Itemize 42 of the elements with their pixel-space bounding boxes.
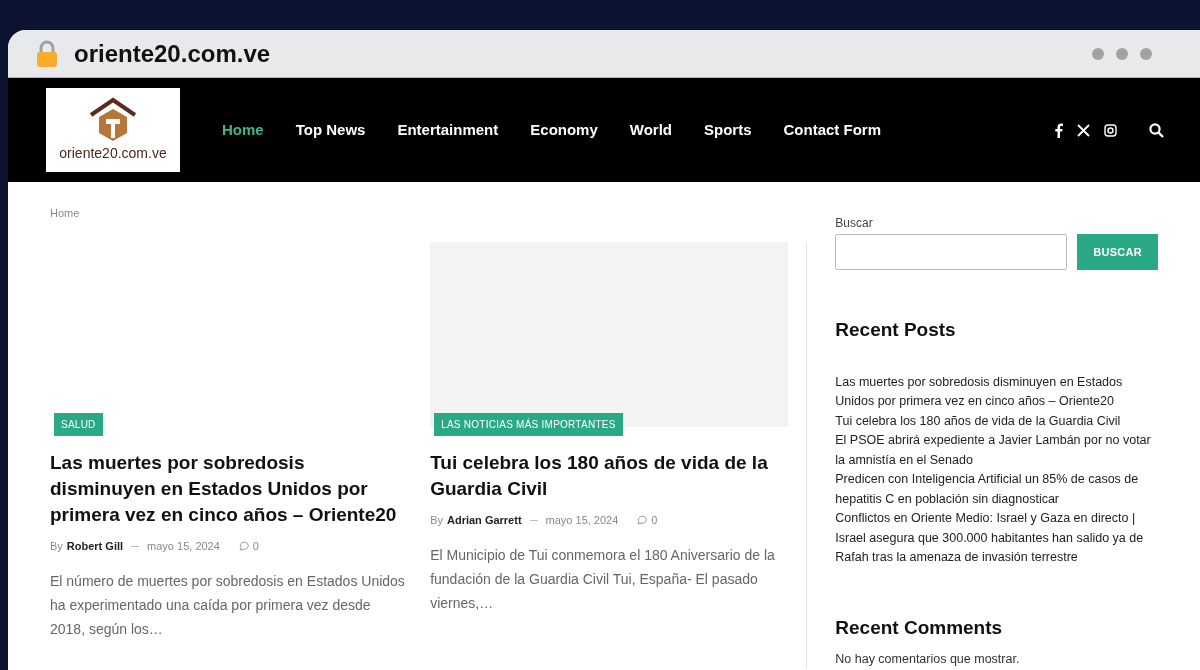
comment-icon	[237, 541, 250, 552]
recent-post-link[interactable]: Las muertes por sobredosis disminuyen en Estados Unidos por primera vez en cinco años – Oriente20	[835, 372, 1158, 412]
article-title[interactable]: Tui celebra los 180 años de vida de la Guardia Civil	[430, 450, 789, 502]
search-label: Buscar	[835, 215, 874, 232]
recent-post-link[interactable]: El PSOE abrirá expediente a Javier Lambán por no votar la amnistía en el Senado	[835, 431, 1158, 470]
url-text: oriente20.com.ve	[74, 38, 271, 69]
search-field[interactable]	[835, 234, 1068, 270]
widget-title: Recent Comments	[835, 615, 1004, 640]
comment-count[interactable]: 0	[252, 538, 259, 555]
empty-comments-text: No hay comentarios que mostrar.	[835, 651, 1021, 668]
post-date: mayo 15, 2024	[147, 539, 220, 554]
site-logo[interactable]: oriente20.com.ve	[46, 88, 180, 172]
nav-link[interactable]: Contact Form	[773, 112, 892, 148]
lock-icon	[36, 39, 58, 68]
byline-label: By	[430, 513, 443, 528]
comment-icon	[636, 515, 649, 526]
nav-link[interactable]: Economy	[520, 112, 608, 148]
article-title[interactable]: Las muertes por sobredosis disminuyen en Estados Unidos por primera vez en cinco años – Oriente20	[50, 450, 409, 528]
logo-text: oriente20.com.ve	[59, 143, 167, 163]
nav-link[interactable]: Top News	[285, 112, 376, 148]
nav-link[interactable]: Entertainment	[387, 112, 509, 148]
comment-count[interactable]: 0	[651, 512, 658, 529]
nav-link[interactable]: World	[619, 112, 682, 148]
recent-post-link[interactable]: Tui celebra los 180 años de vida de la Guardia Civil	[835, 411, 1158, 431]
author-link[interactable]: Adrian Garrett	[447, 512, 522, 529]
widget-title: Recent Posts	[835, 318, 957, 342]
search-icon[interactable]	[1149, 122, 1164, 138]
house-hammer-icon	[87, 96, 139, 143]
address-bar[interactable]: oriente20.com.ve	[8, 30, 1200, 78]
byline-label: By	[50, 539, 63, 554]
recent-post-link[interactable]: Predicen con Inteligencia Artificial un 85% de casos de hepatitis C en población sin diagnosticar	[835, 470, 1158, 509]
recent-post-link[interactable]: Conflictos en Oriente Medio: Israel y Gaza en directo | Israel asegura que 300.000 habitantes han salido ya de Rafah tras la amenaza de invasión terrestre	[835, 509, 1158, 568]
nav-link[interactable]: Home	[212, 112, 274, 148]
facebook-icon[interactable]	[1054, 122, 1063, 138]
breadcrumb-link[interactable]: Home	[50, 207, 80, 219]
nav-link[interactable]: Sports	[694, 112, 762, 148]
instagram-icon[interactable]	[1104, 123, 1117, 137]
x-icon[interactable]	[1077, 123, 1090, 137]
post-date: mayo 15, 2024	[545, 513, 619, 528]
article-excerpt: El número de muertes por sobredosis en Estados Unidos ha experimentado una caída por primera vez desde 2018, según los…	[50, 571, 406, 639]
article-excerpt: El Municipio de Tui conmemora el 180 Aniversario de la fundación de la Guardia Civil Tui, España- El pasado viernes,…	[430, 545, 776, 613]
author-link[interactable]: Robert Gill	[66, 538, 124, 555]
